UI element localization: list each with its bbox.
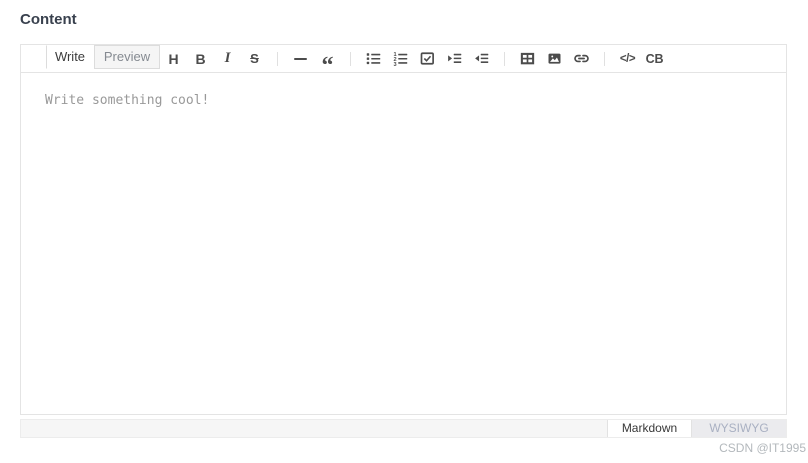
toolbar-divider [277, 51, 278, 66]
heading-icon: H [168, 50, 179, 67]
toolbar-divider [350, 51, 351, 66]
image-icon [548, 53, 561, 64]
unordered-list-button[interactable] [360, 47, 387, 71]
mode-wysiwyg-button[interactable]: WYSIWYG [692, 420, 786, 437]
strikethrough-icon: S [250, 51, 259, 66]
blockquote-button[interactable]: “ [314, 47, 341, 78]
table-icon [520, 52, 535, 65]
ordered-list-button[interactable]: 1 2 3 [387, 47, 414, 71]
indent-icon [448, 53, 462, 63]
table-button[interactable] [514, 47, 541, 71]
editor-toolbar: Write Preview H B I S “ 1 2 3 </> CB [21, 45, 786, 78]
ordered-list-icon: 1 2 3 [393, 52, 408, 66]
code-block-icon: CB [645, 51, 664, 66]
toolbar-divider [504, 51, 505, 66]
horizontal-rule-button[interactable] [287, 47, 314, 71]
image-button[interactable] [541, 47, 568, 71]
inline-code-button[interactable]: </> [614, 47, 641, 71]
bold-button[interactable]: B [187, 47, 214, 71]
mode-switch-bar: Markdown WYSIWYG [20, 419, 787, 438]
code-block-button[interactable]: CB [641, 47, 668, 71]
task-list-icon [420, 52, 434, 65]
toolbar-divider [604, 51, 605, 66]
page-title: Content [20, 11, 77, 28]
editor-tabs: Write Preview [46, 45, 160, 69]
inline-code-icon: </> [619, 52, 636, 65]
outdent-icon [475, 53, 489, 63]
task-list-button[interactable] [414, 47, 441, 71]
bold-icon: B [195, 50, 206, 67]
heading-button[interactable]: H [160, 47, 187, 71]
tab-write[interactable]: Write [46, 45, 94, 69]
italic-icon: I [224, 50, 231, 66]
indent-button[interactable] [441, 47, 468, 71]
strikethrough-button[interactable]: S [241, 47, 268, 71]
mode-markdown-button[interactable]: Markdown [607, 420, 692, 437]
link-icon [574, 54, 589, 63]
horizontal-rule-icon [294, 57, 307, 60]
italic-button[interactable]: I [214, 47, 241, 71]
svg-text:3: 3 [393, 62, 396, 66]
unordered-list-icon [366, 53, 381, 65]
outdent-button[interactable] [468, 47, 495, 71]
editor-placeholder: Write something cool! [45, 93, 210, 108]
link-button[interactable] [568, 47, 595, 71]
markdown-editor: Write Preview H B I S “ 1 2 3 </> CB Wri… [20, 44, 787, 415]
watermark-text: CSDN @IT1995 [719, 441, 806, 455]
tab-preview[interactable]: Preview [94, 45, 160, 69]
editor-content-area[interactable]: Write something cool! [21, 73, 786, 414]
